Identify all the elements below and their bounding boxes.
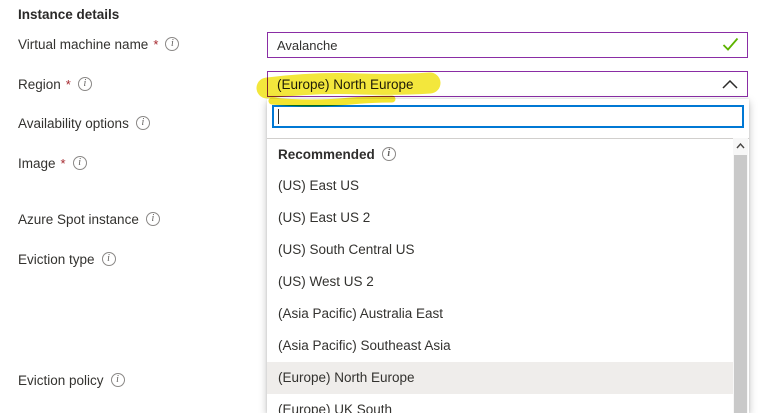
group-header-recommended: Recommended i — [267, 138, 733, 170]
region-option[interactable]: (Asia Pacific) Southeast Asia — [267, 330, 733, 362]
dropdown-scrollbar[interactable] — [733, 138, 748, 413]
region-select[interactable]: (Europe) North Europe — [267, 71, 748, 97]
group-header-label: Recommended — [278, 147, 375, 162]
field-label-azure-spot-instance: Azure Spot instance i — [18, 211, 160, 227]
text-caret — [278, 109, 279, 124]
scroll-up-button[interactable] — [733, 138, 748, 154]
region-select-value: (Europe) North Europe — [277, 77, 414, 92]
region-option[interactable]: (Europe) UK South — [267, 394, 733, 413]
field-label-eviction-type: Eviction type i — [18, 251, 116, 267]
chevron-up-icon[interactable] — [722, 80, 738, 89]
azure-vm-create-form: Instance details Virtual machine name*i … — [0, 0, 769, 413]
label-text: Availability options — [18, 116, 129, 131]
info-icon[interactable]: i — [136, 116, 150, 130]
region-option[interactable]: (US) East US — [267, 170, 733, 202]
scrollbar-thumb[interactable] — [734, 155, 747, 413]
field-label-availability-options: Availability options i — [18, 115, 150, 131]
label-text: Image — [18, 156, 56, 171]
vm-name-input[interactable] — [267, 32, 748, 58]
info-icon[interactable]: i — [382, 147, 396, 161]
label-text: Eviction policy — [18, 373, 104, 388]
info-icon[interactable]: i — [73, 156, 87, 170]
scroll-up-icon — [736, 143, 745, 149]
info-icon[interactable]: i — [111, 373, 125, 387]
region-option-list: (US) East US (US) East US 2 (US) South C… — [267, 170, 733, 413]
info-icon[interactable]: i — [165, 37, 179, 51]
valid-check-icon — [722, 37, 739, 52]
label-text: Virtual machine name — [18, 37, 148, 52]
region-option[interactable]: (US) East US 2 — [267, 202, 733, 234]
info-icon[interactable]: i — [146, 212, 160, 226]
required-asterisk: * — [61, 156, 66, 171]
info-icon[interactable]: i — [78, 77, 92, 91]
label-text: Azure Spot instance — [18, 212, 139, 227]
info-icon[interactable]: i — [102, 252, 116, 266]
region-option[interactable]: (US) West US 2 — [267, 266, 733, 298]
region-search-input[interactable] — [272, 105, 744, 128]
region-option-selected[interactable]: (Europe) North Europe — [267, 362, 733, 394]
region-option[interactable]: (US) South Central US — [267, 234, 733, 266]
required-asterisk: * — [66, 77, 71, 92]
label-text: Region — [18, 77, 61, 92]
field-label-image: Image * i — [18, 155, 87, 171]
required-asterisk: * — [153, 37, 158, 52]
field-label-region: Region * i — [18, 76, 92, 92]
label-text: Eviction type — [18, 252, 95, 267]
field-label-virtual-machine-name: Virtual machine name * i — [18, 36, 179, 52]
field-label-eviction-policy: Eviction policy i — [18, 372, 125, 388]
region-option[interactable]: (Asia Pacific) Australia East — [267, 298, 733, 330]
region-dropdown-flyout: Recommended i (US) East US (US) East US … — [267, 99, 749, 413]
section-title: Instance details — [18, 7, 119, 22]
